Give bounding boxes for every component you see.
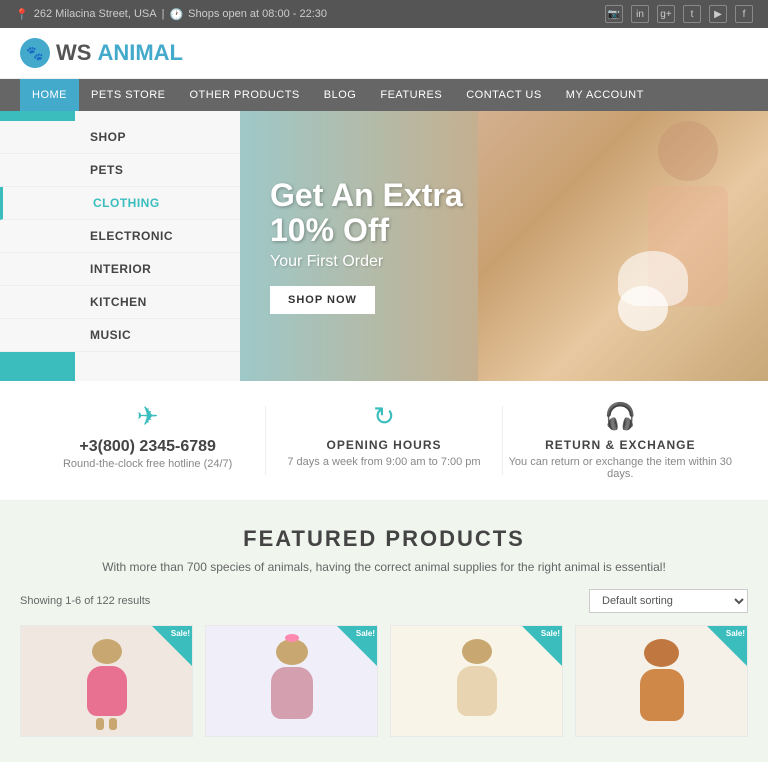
nav-other-products[interactable]: OTHER PRODUCTS bbox=[177, 79, 311, 111]
hero-line2-text: 10% Off bbox=[270, 212, 389, 248]
hero-title-line1: Get An Extra 10% Off bbox=[270, 178, 463, 248]
sidebar-item-kitchen[interactable]: KITCHEN bbox=[0, 286, 240, 319]
hero-line1-text: Get An Extra bbox=[270, 177, 463, 213]
product-card-1[interactable]: Sale! bbox=[20, 625, 193, 737]
leg bbox=[109, 718, 117, 730]
hours-title: OPENING HOURS bbox=[266, 438, 501, 452]
dog-figure-4 bbox=[632, 639, 692, 724]
featured-toolbar: Showing 1-6 of 122 results Default sorti… bbox=[20, 589, 748, 613]
dog-body-3 bbox=[457, 666, 497, 716]
featured-products-section: FEATURED PRODUCTS With more than 700 spe… bbox=[0, 501, 768, 762]
sale-text-1: Sale! bbox=[171, 629, 190, 638]
logo[interactable]: 🐾 WS ANIMAL bbox=[20, 38, 183, 68]
hours-icon: 🕐 bbox=[169, 8, 183, 21]
headset-icon: 🎧 bbox=[503, 401, 738, 432]
sidebar-menu: SHOP PETS CLOTHING ELECTRONIC INTERIOR K… bbox=[0, 111, 240, 362]
featured-title: FEATURED PRODUCTS bbox=[20, 526, 748, 552]
sidebar-item-music[interactable]: MUSIC bbox=[0, 319, 240, 352]
leg bbox=[96, 718, 104, 730]
bow bbox=[285, 634, 299, 642]
logo-animal: ANIMAL bbox=[97, 40, 183, 66]
sale-text-2: Sale! bbox=[356, 629, 375, 638]
nav-pets-store[interactable]: PETS STORE bbox=[79, 79, 177, 111]
return-desc: You can return or exchange the item with… bbox=[503, 456, 738, 480]
dog-head-1 bbox=[92, 639, 122, 664]
showing-results: Showing 1-6 of 122 results bbox=[20, 595, 150, 607]
sort-select[interactable]: Default sorting Sort by popularity Sort … bbox=[589, 589, 748, 613]
hours-text: Shops open at 08:00 - 22:30 bbox=[188, 8, 327, 20]
phone-icon: ✈ bbox=[30, 401, 265, 432]
phone-desc: Round-the-clock free hotline (24/7) bbox=[30, 458, 265, 470]
google-icon[interactable]: g+ bbox=[657, 5, 675, 23]
dog-body-dress-2 bbox=[271, 667, 313, 719]
phone-number: +3(800) 2345-6789 bbox=[30, 438, 265, 456]
top-bar-address: 📍 262 Milacina Street, USA | 🕐 Shops ope… bbox=[15, 8, 327, 21]
youtube-icon[interactable]: ▶ bbox=[709, 5, 727, 23]
nav-account[interactable]: MY ACCOUNT bbox=[554, 79, 656, 111]
feature-phone: ✈ +3(800) 2345-6789 Round-the-clock free… bbox=[30, 401, 265, 480]
product-img-4: Sale! bbox=[576, 626, 747, 736]
product-img-3: Sale! bbox=[391, 626, 562, 736]
feature-hours: ↻ OPENING HOURS 7 days a week from 9:00 … bbox=[266, 401, 501, 480]
sidebar-item-interior[interactable]: INTERIOR bbox=[0, 253, 240, 286]
person-head bbox=[658, 121, 718, 181]
address-text: 262 Milacina Street, USA bbox=[34, 8, 157, 20]
nav-blog[interactable]: BLOG bbox=[312, 79, 369, 111]
hero-image-placeholder bbox=[478, 111, 768, 381]
dog-body-dress-1 bbox=[87, 666, 127, 716]
nav-contact[interactable]: CONTACT US bbox=[454, 79, 554, 111]
feature-return: 🎧 RETURN & EXCHANGE You can return or ex… bbox=[503, 401, 738, 480]
main-nav: HOME PETS STORE OTHER PRODUCTS BLOG FEAT… bbox=[0, 79, 768, 111]
hero-image-area bbox=[478, 111, 768, 381]
dog-head-2 bbox=[276, 639, 308, 665]
social-icons: 📷 in g+ t ▶ f bbox=[605, 5, 753, 23]
sale-text-4: Sale! bbox=[726, 629, 745, 638]
dog-head-3 bbox=[462, 639, 492, 664]
main-content: 🐾 🐾 🐾 SHOP PETS CLOTHING ELECTRONIC INTE… bbox=[0, 111, 768, 381]
sidebar-item-shop[interactable]: SHOP bbox=[0, 121, 240, 154]
hours-desc: 7 days a week from 9:00 am to 7:00 pm bbox=[266, 456, 501, 468]
hero-banner: Get An Extra 10% Off Your First Order SH… bbox=[240, 111, 768, 381]
featured-desc: With more than 700 species of animals, h… bbox=[20, 560, 748, 574]
dog-legs-1 bbox=[77, 718, 137, 730]
dog-figure-1 bbox=[77, 639, 137, 724]
facebook-icon[interactable]: f bbox=[735, 5, 753, 23]
features-bar: ✈ +3(800) 2345-6789 Round-the-clock free… bbox=[0, 381, 768, 501]
linkedin-icon[interactable]: in bbox=[631, 5, 649, 23]
product-img-2: Sale! bbox=[206, 626, 377, 736]
product-card-4[interactable]: Sale! bbox=[575, 625, 748, 737]
top-bar: 📍 262 Milacina Street, USA | 🕐 Shops ope… bbox=[0, 0, 768, 28]
dog-body-4 bbox=[640, 669, 684, 721]
sidebar: 🐾 🐾 🐾 SHOP PETS CLOTHING ELECTRONIC INTE… bbox=[0, 111, 240, 381]
logo-ws: WS bbox=[56, 40, 91, 66]
dog-figure-3 bbox=[447, 639, 507, 724]
sale-text-3: Sale! bbox=[541, 629, 560, 638]
location-icon: 📍 bbox=[15, 8, 29, 21]
dog-head bbox=[618, 286, 668, 331]
hours-icon: ↻ bbox=[266, 401, 501, 432]
dog-head-4 bbox=[644, 639, 679, 667]
logo-icon: 🐾 bbox=[20, 38, 50, 68]
nav-home[interactable]: HOME bbox=[20, 79, 79, 111]
nav-features[interactable]: FEATURES bbox=[368, 79, 454, 111]
instagram-icon[interactable]: 📷 bbox=[605, 5, 623, 23]
hero-subtitle: Your First Order bbox=[270, 253, 463, 271]
separator: | bbox=[162, 8, 165, 20]
product-card-3[interactable]: Sale! bbox=[390, 625, 563, 737]
sidebar-item-clothing[interactable]: CLOTHING bbox=[0, 187, 240, 220]
product-img-1: Sale! bbox=[21, 626, 192, 736]
shop-now-button[interactable]: SHOP NOW bbox=[270, 286, 375, 314]
hero-content: Get An Extra 10% Off Your First Order SH… bbox=[240, 148, 493, 344]
product-card-2[interactable]: Sale! bbox=[205, 625, 378, 737]
product-grid: Sale! Sale! bbox=[20, 625, 748, 737]
twitter-icon[interactable]: t bbox=[683, 5, 701, 23]
sidebar-item-electronic[interactable]: ELECTRONIC bbox=[0, 220, 240, 253]
sidebar-item-pets[interactable]: PETS bbox=[0, 154, 240, 187]
dog-figure-2 bbox=[262, 639, 322, 724]
header: 🐾 WS ANIMAL bbox=[0, 28, 768, 79]
return-title: RETURN & EXCHANGE bbox=[503, 438, 738, 452]
